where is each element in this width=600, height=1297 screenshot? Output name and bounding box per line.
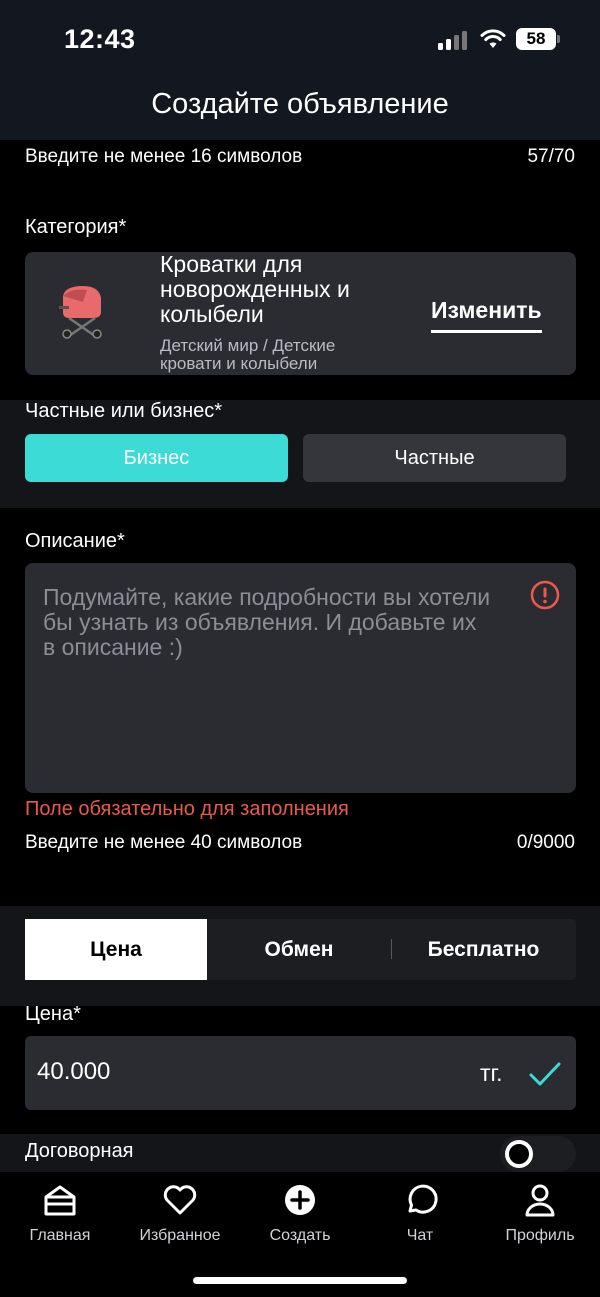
description-char-counter: 0/9000 [516, 832, 575, 853]
category-label: Категория* [25, 216, 127, 238]
user-icon [525, 1184, 555, 1217]
plus-circle-icon [285, 1185, 315, 1215]
battery-icon: 58 [516, 28, 556, 50]
tabbar-item-chat[interactable]: Чат [360, 1182, 480, 1245]
tabbar-item-create[interactable]: Создать [240, 1182, 360, 1245]
tabbar-item-profile[interactable]: Профиль [480, 1182, 600, 1245]
error-icon [530, 580, 560, 610]
tabbar-label-home: Главная [29, 1227, 91, 1244]
wifi-icon [480, 29, 506, 48]
description-textarea[interactable]: Подумайте, какие подробности вы хотели б… [25, 563, 576, 793]
page-title: Создайте объявление [151, 88, 449, 120]
home-indicator [193, 1277, 407, 1284]
tabbar-label-favorites: Избранное [139, 1227, 221, 1244]
price-currency: тг. [480, 1060, 503, 1086]
tab-exchange[interactable]: Обмен [207, 919, 391, 980]
heart-icon [163, 1185, 197, 1215]
seller-type-label: Частные или бизнес* [25, 400, 223, 422]
home-icon [44, 1185, 76, 1216]
category-card[interactable]: Кроватки для новорожденных и колыбели Де… [25, 252, 576, 375]
tabbar-item-home[interactable]: Главная [0, 1182, 120, 1245]
change-category-button[interactable]: Изменить [431, 297, 542, 333]
negotiable-label: Договорная [25, 1140, 134, 1162]
tabbar-label-profile: Профиль [505, 1227, 575, 1244]
stroller-icon [59, 286, 102, 339]
status-time: 12:43 [64, 24, 136, 54]
tabbar-label-chat: Чат [406, 1227, 434, 1244]
seller-type-business-button[interactable]: Бизнес [25, 434, 288, 482]
description-placeholder: Подумайте, какие подробности вы хотели б… [43, 584, 491, 660]
tabbar-label-create: Создать [269, 1227, 331, 1244]
cellular-signal-icon [438, 30, 470, 50]
seller-type-section: Частные или бизнес* Бизнес Частные [0, 400, 600, 508]
price-mode-section: Цена Обмен Бесплатно [0, 906, 600, 1006]
status-bar: 12:43 58 [0, 0, 600, 80]
page-header: Создайте объявление [0, 80, 600, 140]
tab-price[interactable]: Цена [25, 919, 207, 980]
price-input[interactable]: 40.000 тг. [25, 1036, 576, 1110]
description-label: Описание* [25, 530, 125, 552]
seller-type-private-button[interactable]: Частные [303, 434, 566, 482]
tabbar-item-favorites[interactable]: Избранное [120, 1182, 240, 1245]
negotiable-row: Договорная [0, 1134, 600, 1174]
title-min-length-hint: Введите не менее 16 символов [25, 146, 303, 167]
price-value: 40.000 [37, 1058, 111, 1085]
tab-free[interactable]: Бесплатно [391, 919, 576, 980]
checkmark-icon [529, 1062, 561, 1086]
title-char-counter: 57/70 [527, 146, 575, 167]
price-label: Цена* [25, 1003, 81, 1025]
description-min-length-hint: Введите не менее 40 символов [25, 832, 303, 853]
battery-tip [557, 35, 560, 43]
chat-bubble-icon [408, 1184, 438, 1214]
price-mode-tabs: Цена Обмен Бесплатно [25, 919, 576, 980]
category-name: Кроватки для новорожденных и колыбели [160, 251, 350, 327]
category-path: Детский мир / Детские кровати и колыбели [160, 336, 336, 373]
description-error: Поле обязательно для заполнения [25, 798, 349, 820]
toggle-knob [505, 1140, 533, 1168]
negotiable-toggle[interactable] [500, 1136, 576, 1172]
